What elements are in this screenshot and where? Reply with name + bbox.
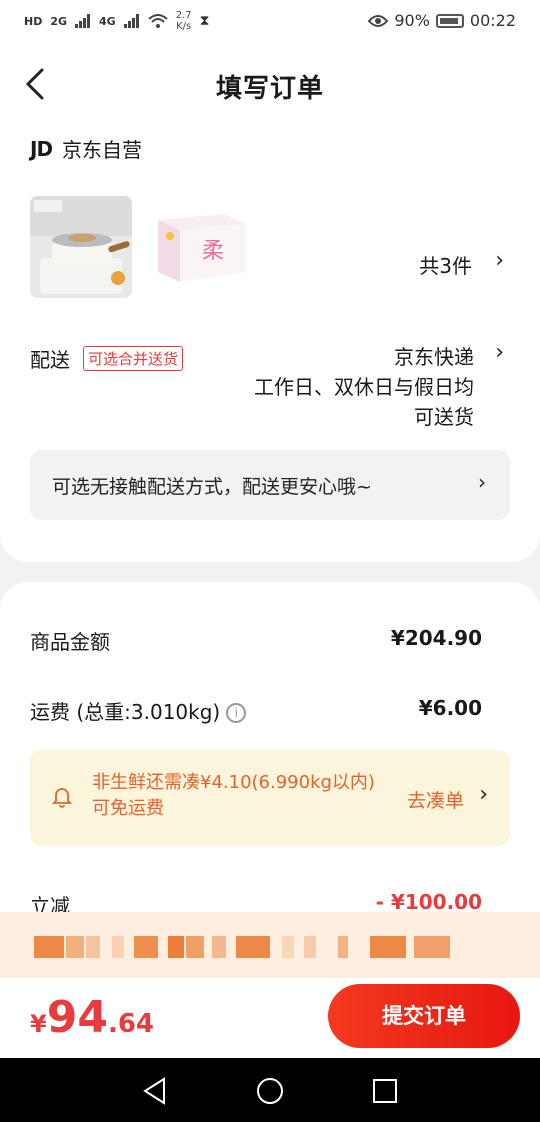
pixel-block [186,936,204,958]
shipping-label: 配送 [30,348,70,372]
jd-logo: JD [30,136,53,161]
nav-home-icon[interactable] [255,1076,285,1106]
stainless-pot-product[interactable] [30,196,132,298]
pixel-block [338,936,348,958]
pixel-block [168,936,184,958]
goods-amount-label: 商品金额 [30,630,110,654]
price-integer: 94 [46,992,108,1043]
signal-sim1: 2G [50,14,68,28]
merge-shipping-tag[interactable]: 可选合并送货 [83,346,184,371]
chevron-right-icon: › [478,470,486,494]
submit-order-button[interactable]: 提交订单 [328,984,520,1048]
freight-label: 运费 (总重:3.010kg) [30,700,221,724]
no-contact-text: 可选无接触配送方式，配送更安心哦~ [52,476,372,498]
pixel-block [66,936,84,958]
tissue-pack-product[interactable]: 柔 [150,206,248,284]
shipping-info[interactable]: 京东快递 工作日、双休日与假日均 可送货 [254,342,474,432]
shipping-schedule-line2: 可送货 [414,405,474,429]
pixel-block [414,936,450,958]
free-shipping-notice[interactable]: 非生鲜还需凑¥4.10(6.990kg以内)可免运费 去凑单 › [30,750,510,846]
add-items-link[interactable]: 去凑单 [407,786,464,813]
pixel-block [134,936,158,958]
battery-percent: 90% [394,11,430,30]
nav-back-icon[interactable] [140,1076,170,1106]
wifi-icon [148,14,168,28]
shipping-method: 京东快递 [394,345,474,369]
signal-sim2: 4G [99,14,116,28]
pixel-block [86,936,100,958]
price-decimal: .64 [107,1009,154,1039]
header: 填写订单 [0,44,540,124]
no-contact-delivery-row[interactable]: 可选无接触配送方式，配送更安心哦~ › [30,450,510,520]
pixel-block [370,936,406,958]
checkout-bar: ¥94.64 提交订单 [0,978,540,1058]
total-price: ¥94.64 [30,992,154,1043]
hd-indicator: HD [24,14,43,28]
chevron-right-icon[interactable]: › [495,340,504,365]
pixel-block [304,936,316,958]
hourglass-icon: ⧗ [199,13,210,29]
chevron-right-icon[interactable]: › [495,248,504,273]
pixel-block [112,936,124,958]
discount-value: - ¥100.00 [375,890,482,914]
signal-bars-icon [75,14,91,28]
currency-symbol: ¥ [30,1010,47,1038]
obscured-coupon-strip [0,912,540,978]
notice-text: 非生鲜还需凑¥4.10(6.990kg以内)可免运费 [92,772,375,819]
shipping-schedule-line1: 工作日、双休日与假日均 [254,375,474,399]
system-nav-bar [0,1058,540,1122]
pixel-block [236,936,270,958]
clock: 00:22 [469,11,516,30]
freight-label-row: 运费 (总重:3.010kg) i [30,696,247,725]
shop-name: 京东自营 [62,138,143,162]
status-bar: HD 2G 4G 2.7 K/s ⧗ 90% 00:22 [0,0,540,44]
info-icon[interactable]: i [226,703,247,723]
pixel-block [212,936,226,958]
network-speed: 2.7 K/s [175,10,192,32]
goods-amount-value: ¥204.90 [390,626,482,650]
chevron-right-icon: › [479,782,488,807]
freight-value: ¥6.00 [418,696,482,720]
bell-icon [52,788,72,808]
shop-row: JD 京东自营 [30,134,142,163]
pixel-block [282,936,294,958]
eye-icon [368,14,389,27]
nav-recents-icon[interactable] [370,1076,400,1106]
signal-bars-icon [123,14,139,28]
svg-text:柔: 柔 [202,239,224,264]
page-title: 填写订单 [215,74,324,104]
battery-icon [435,13,464,28]
item-count[interactable]: 共3件 [419,250,472,279]
order-items-card: JD 京东自营 柔 共3件 › 配送 可选合并送货 京东快递 工作日、双休日与假… [0,124,540,562]
pixel-block [34,936,64,958]
